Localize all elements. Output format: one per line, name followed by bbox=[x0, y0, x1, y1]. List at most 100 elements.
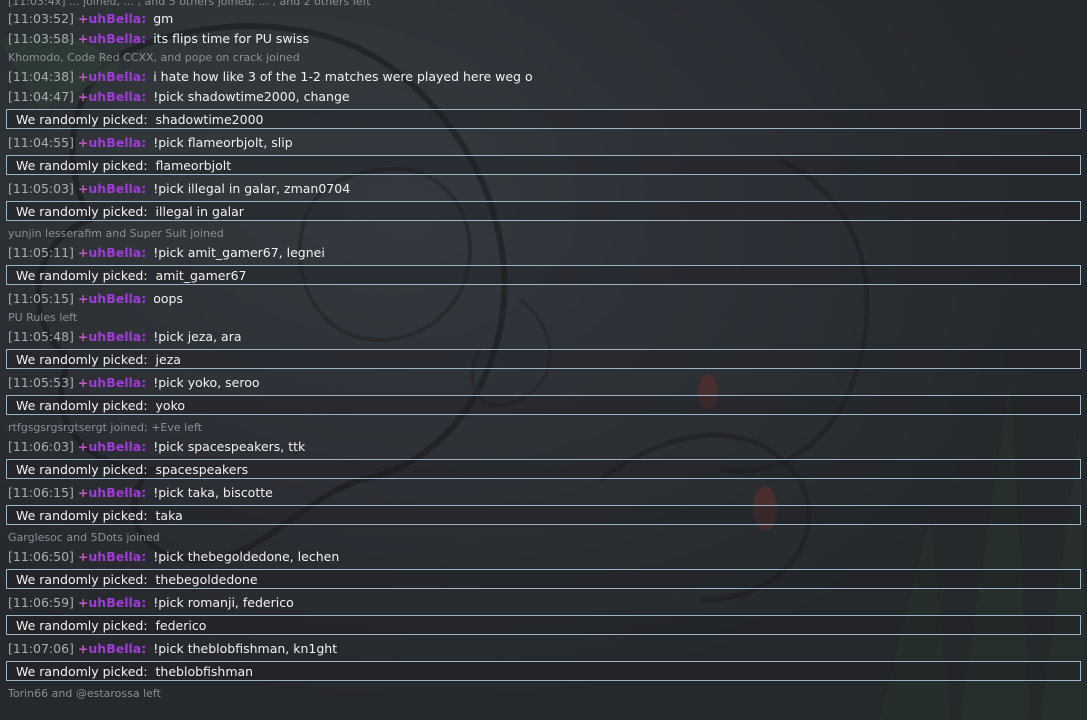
pick-result-row: We randomly picked: yoko bbox=[0, 392, 1087, 418]
message-text: !pick amit_gamer67, legnei bbox=[153, 244, 325, 260]
pick-result-box: We randomly picked: shadowtime2000 bbox=[6, 109, 1081, 129]
message-text: !pick yoko, seroo bbox=[153, 374, 260, 390]
chat-message: [11:05:03] + uhBella: !pick illegal in gala… bbox=[0, 178, 1087, 198]
user-rank-symbol: + bbox=[77, 68, 89, 84]
message-username[interactable]: uhBella: bbox=[88, 11, 146, 26]
message-username[interactable]: uhBella: bbox=[88, 375, 146, 390]
notice-text: Garglesoc and 5Dots joined bbox=[8, 530, 160, 544]
pick-result-box: We randomly picked: jeza bbox=[6, 349, 1081, 369]
message-timestamp: [11:03:52] bbox=[8, 10, 74, 26]
message-text: i hate how like 3 of the 1-2 matches wer… bbox=[153, 68, 533, 84]
pick-result-row: We randomly picked: spacespeakers bbox=[0, 456, 1087, 482]
pick-result-label: We randomly picked: bbox=[16, 397, 148, 413]
pick-result-label: We randomly picked: bbox=[16, 617, 148, 633]
message-username[interactable]: uhBella: bbox=[88, 31, 146, 46]
pick-result-label: We randomly picked: bbox=[16, 663, 148, 679]
chat-message: [11:06:15] + uhBella: !pick taka, biscotte bbox=[0, 482, 1087, 502]
pick-result-row: We randomly picked: thebegoldedone bbox=[0, 566, 1087, 592]
pick-result-value: shadowtime2000 bbox=[155, 111, 264, 127]
message-username[interactable]: uhBella: bbox=[88, 641, 146, 656]
join-leave-notice: PU Rules left bbox=[0, 308, 1087, 326]
pick-result-box: We randomly picked: theblobfishman bbox=[6, 661, 1081, 681]
pick-result-value: amit_gamer67 bbox=[155, 267, 247, 283]
pick-result-row: We randomly picked: amit_gamer67 bbox=[0, 262, 1087, 288]
pick-result-row: We randomly picked: taka bbox=[0, 502, 1087, 528]
message-timestamp: [11:06:59] bbox=[8, 594, 74, 610]
message-text: !pick spacespeakers, ttk bbox=[153, 438, 306, 454]
message-username[interactable]: uhBella: bbox=[88, 245, 146, 260]
pick-result-label: We randomly picked: bbox=[16, 461, 148, 477]
join-leave-notice: Khomodo, Code Red CCXX, and pope on crac… bbox=[0, 48, 1087, 66]
message-username[interactable]: uhBella: bbox=[88, 135, 146, 150]
chat-message: [11:05:48] + uhBella: !pick jeza, ara bbox=[0, 326, 1087, 346]
message-timestamp: [11:05:48] bbox=[8, 328, 74, 344]
chat-message: [11:03:58] + uhBella: its flips time for PU… bbox=[0, 28, 1087, 48]
user-rank-symbol: + bbox=[77, 548, 89, 564]
pick-result-box: We randomly picked: yoko bbox=[6, 395, 1081, 415]
user-rank-symbol: + bbox=[77, 88, 89, 104]
join-leave-notice: rtfgsgsrgsrgtsergt joined; +Eve left bbox=[0, 418, 1087, 436]
chat-log[interactable]: [11:03:4x] ... joined, ... , and 5 other… bbox=[0, 0, 1087, 702]
pick-result-value: spacespeakers bbox=[155, 461, 249, 477]
pick-result-row: We randomly picked: shadowtime2000 bbox=[0, 106, 1087, 132]
message-text: !pick shadowtime2000, change bbox=[153, 88, 350, 104]
pick-result-label: We randomly picked: bbox=[16, 507, 148, 523]
user-rank-symbol: + bbox=[77, 374, 89, 390]
chat-message: [11:05:15] + uhBella: oops bbox=[0, 288, 1087, 308]
pick-result-label: We randomly picked: bbox=[16, 203, 148, 219]
message-text: oops bbox=[153, 290, 183, 306]
message-username[interactable]: uhBella: bbox=[88, 181, 146, 196]
message-username[interactable]: uhBella: bbox=[88, 439, 146, 454]
pick-result-value: taka bbox=[155, 507, 183, 523]
notice-text: yunjin lesserafim and Super Suit joined bbox=[8, 226, 224, 240]
message-text: !pick theblobfishman, kn1ght bbox=[153, 640, 338, 656]
message-timestamp: [11:07:06] bbox=[8, 640, 74, 656]
join-leave-notice: Garglesoc and 5Dots joined bbox=[0, 528, 1087, 546]
message-timestamp: [11:03:58] bbox=[8, 30, 74, 46]
message-username[interactable]: uhBella: bbox=[88, 549, 146, 564]
pick-result-box: We randomly picked: flameorbjolt bbox=[6, 155, 1081, 175]
pick-result-box: We randomly picked: taka bbox=[6, 505, 1081, 525]
pick-result-value: yoko bbox=[155, 397, 186, 413]
pick-result-box: We randomly picked: federico bbox=[6, 615, 1081, 635]
pick-result-label: We randomly picked: bbox=[16, 267, 148, 283]
message-timestamp: [11:05:53] bbox=[8, 374, 74, 390]
message-username[interactable]: uhBella: bbox=[88, 485, 146, 500]
message-timestamp: [11:06:15] bbox=[8, 484, 74, 500]
user-rank-symbol: + bbox=[77, 640, 89, 656]
user-rank-symbol: + bbox=[77, 30, 89, 46]
user-rank-symbol: + bbox=[77, 10, 89, 26]
chat-message: [11:05:11] + uhBella: !pick amit_gamer67, l… bbox=[0, 242, 1087, 262]
user-rank-symbol: + bbox=[77, 244, 89, 260]
message-timestamp: [11:06:50] bbox=[8, 548, 74, 564]
user-rank-symbol: + bbox=[77, 438, 89, 454]
message-username[interactable]: uhBella: bbox=[88, 69, 146, 84]
chat-message: [11:04:47] + uhBella: !pick shadowtime2000,… bbox=[0, 86, 1087, 106]
pick-result-value: illegal in galar bbox=[155, 203, 244, 219]
user-rank-symbol: + bbox=[77, 290, 89, 306]
message-username[interactable]: uhBella: bbox=[88, 89, 146, 104]
notice-text: Torin66 and @estarossa left bbox=[8, 686, 161, 700]
pick-result-row: We randomly picked: flameorbjolt bbox=[0, 152, 1087, 178]
pick-result-row: We randomly picked: theblobfishman bbox=[0, 658, 1087, 684]
chat-message: [11:04:55] + uhBella: !pick flameorbjolt, s… bbox=[0, 132, 1087, 152]
message-timestamp: [11:04:55] bbox=[8, 134, 74, 150]
pick-result-label: We randomly picked: bbox=[16, 351, 148, 367]
pick-result-label: We randomly picked: bbox=[16, 571, 148, 587]
message-timestamp: [11:05:15] bbox=[8, 290, 74, 306]
message-timestamp: [11:06:03] bbox=[8, 438, 74, 454]
notice-text: PU Rules left bbox=[8, 310, 78, 324]
user-rank-symbol: + bbox=[77, 134, 89, 150]
message-username[interactable]: uhBella: bbox=[88, 291, 146, 306]
message-timestamp: [11:05:11] bbox=[8, 244, 74, 260]
notice-text: Khomodo, Code Red CCXX, and pope on crac… bbox=[8, 50, 300, 64]
pick-result-row: We randomly picked: jeza bbox=[0, 346, 1087, 372]
pick-result-value: thebegoldedone bbox=[155, 571, 258, 587]
message-timestamp: [11:04:47] bbox=[8, 88, 74, 104]
chat-message: [11:06:03] + uhBella: !pick spacespeakers, … bbox=[0, 436, 1087, 456]
notice-text: rtfgsgsrgsrgtsergt joined; +Eve left bbox=[8, 420, 202, 434]
user-rank-symbol: + bbox=[77, 594, 89, 610]
message-username[interactable]: uhBella: bbox=[88, 595, 146, 610]
chat-message: [11:07:06] + uhBella: !pick theblobfishman,… bbox=[0, 638, 1087, 658]
message-username[interactable]: uhBella: bbox=[88, 329, 146, 344]
